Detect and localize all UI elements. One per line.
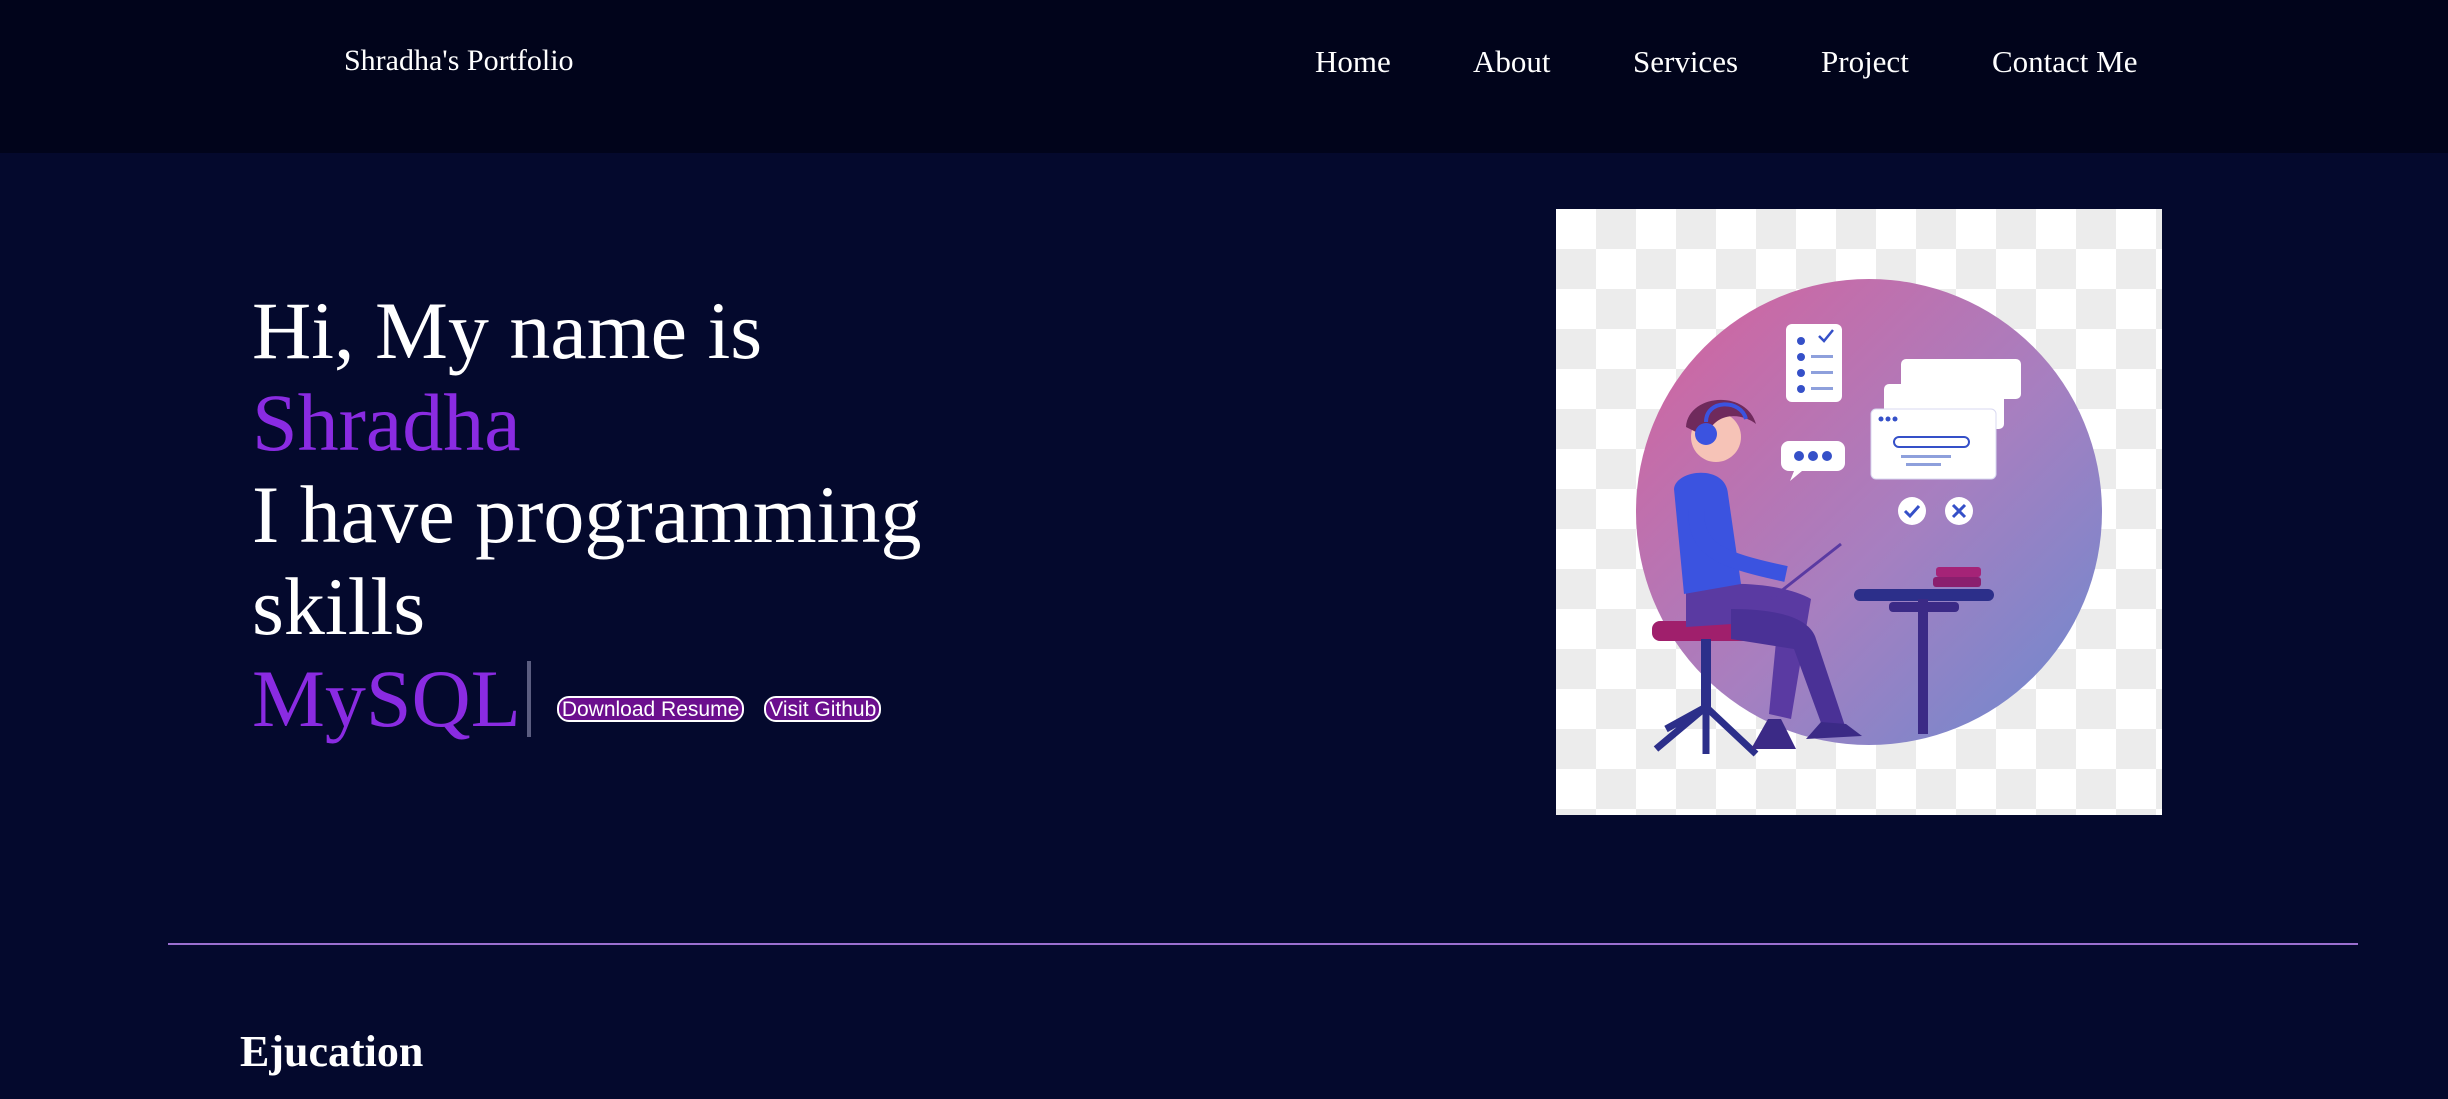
- section-divider: [168, 943, 2358, 945]
- hero-name: Shradha: [252, 377, 521, 468]
- hero-skills-line-1: I have programming: [252, 469, 922, 560]
- checklist-card-icon: [1786, 324, 1842, 402]
- education-heading: Ejucation: [240, 1027, 424, 1076]
- nav-link-project[interactable]: Project: [1821, 44, 1909, 80]
- typing-cursor: [526, 661, 531, 737]
- nav-link-about[interactable]: About: [1473, 44, 1551, 80]
- nav-links: Home About Services Project Contact Me: [0, 44, 2448, 84]
- hero-skills-line-2: skills: [252, 561, 426, 652]
- hero-text: Hi, My name is Shradha I have programmin…: [252, 285, 921, 745]
- typed-row: MySQL Download Resume Visit Github: [252, 653, 921, 745]
- typed-skill: MySQL: [252, 653, 521, 744]
- check-circle-icon: [1898, 497, 1926, 525]
- developer-illustration-svg: [1636, 279, 2102, 757]
- nav-link-contact-me[interactable]: Contact Me: [1992, 44, 2138, 80]
- hero-greeting: Hi, My name is: [252, 285, 763, 376]
- navbar: Shradha's Portfolio Home About Services …: [0, 0, 2448, 153]
- nav-link-services[interactable]: Services: [1633, 44, 1738, 80]
- developer-illustration-icon: [1556, 209, 2162, 815]
- visit-github-button[interactable]: Visit Github: [764, 696, 882, 722]
- nav-link-home[interactable]: Home: [1315, 44, 1391, 80]
- download-resume-button[interactable]: Download Resume: [556, 696, 745, 722]
